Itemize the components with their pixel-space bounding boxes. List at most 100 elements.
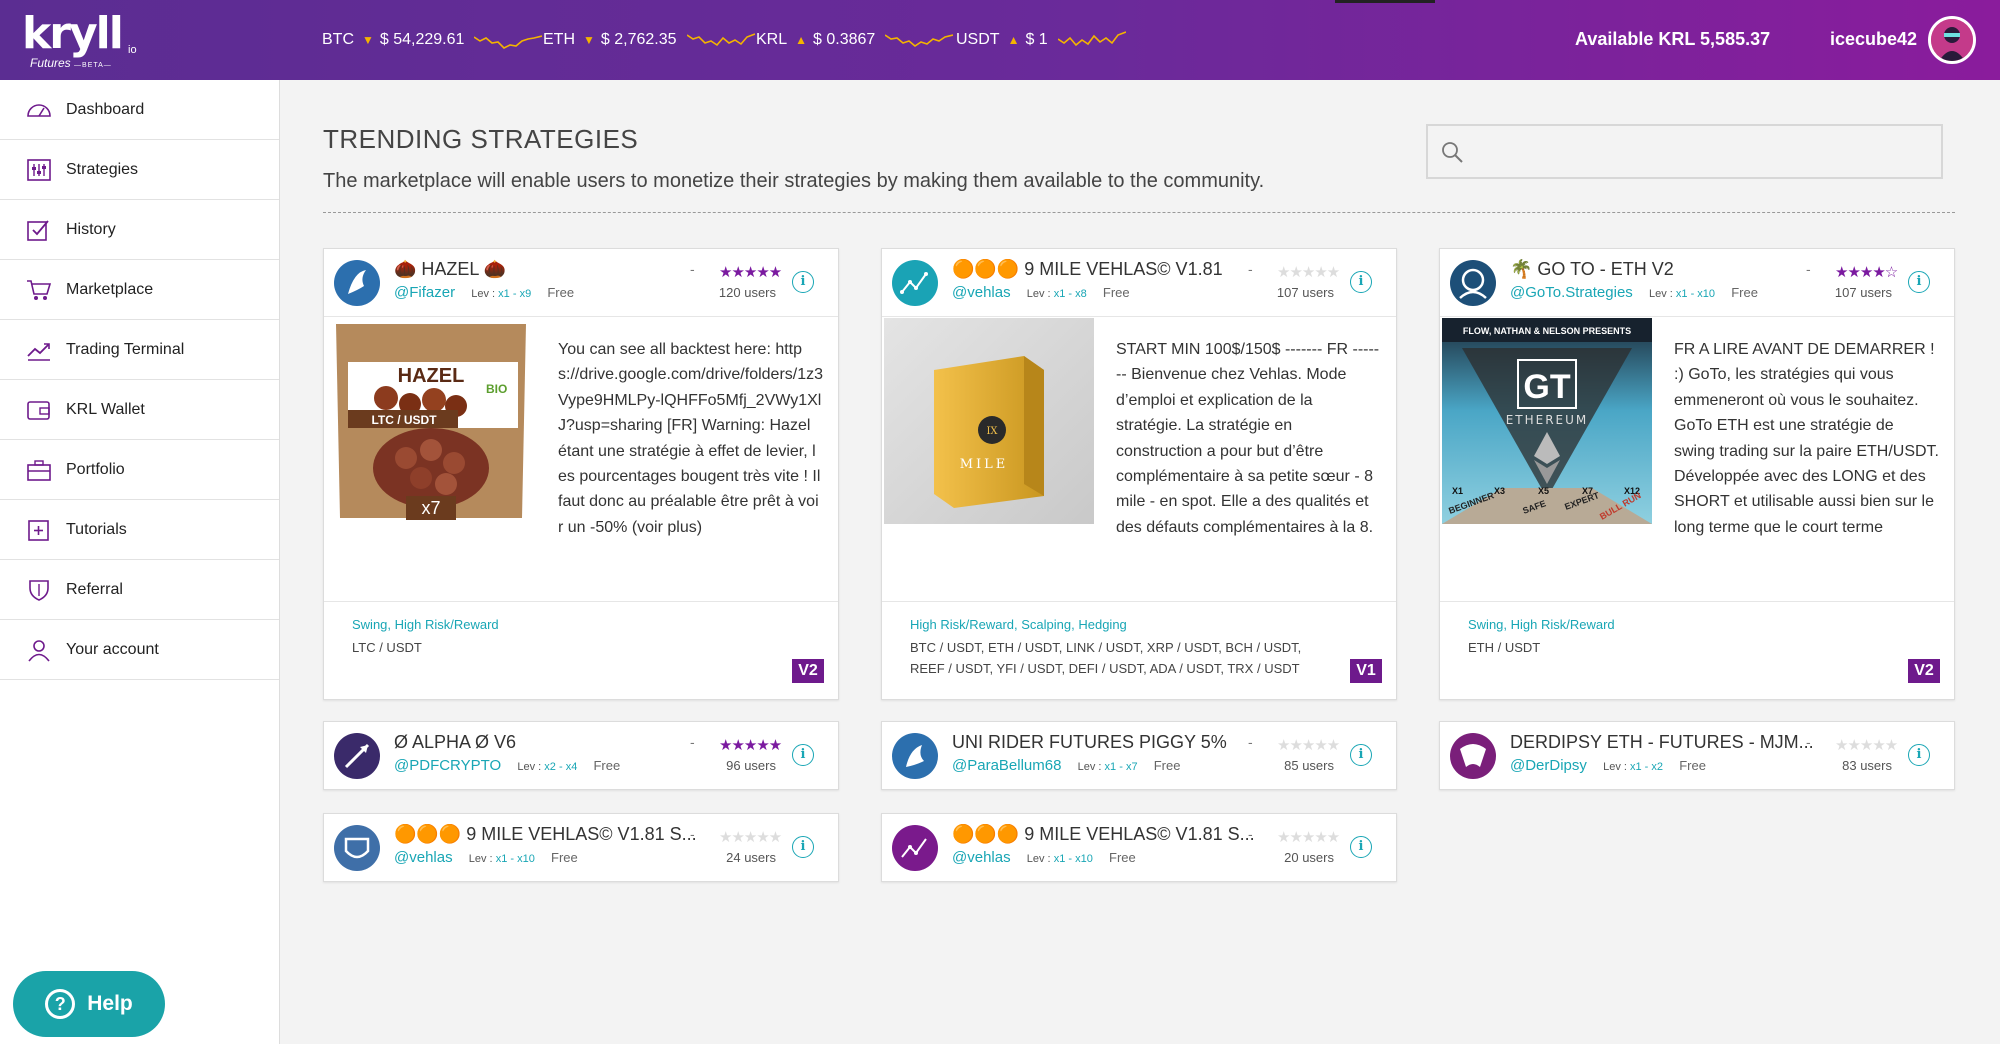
info-icon[interactable]: i xyxy=(1350,836,1372,858)
strategy-avatar xyxy=(1450,733,1496,779)
author-link[interactable]: @vehlas xyxy=(952,284,1011,301)
search-box[interactable] xyxy=(1426,124,1943,179)
sidebar-item-strategies[interactable]: Strategies xyxy=(0,140,279,200)
strategy-card-9-mile-s-2[interactable]: 🟠🟠🟠 9 MILE VEHLAS© V1.81 S... @vehlas Le… xyxy=(881,813,1397,882)
avatar[interactable] xyxy=(1928,16,1976,64)
search-input[interactable] xyxy=(1476,136,1926,168)
rating-stars: ★★★★★ xyxy=(1277,829,1340,846)
sidebar-item-label: Referral xyxy=(66,580,123,598)
leverage: Lev : x1 - x10 xyxy=(1027,853,1093,865)
strategy-author-row: @GoTo.Strategies Lev : x1 - x10 Free xyxy=(1510,284,1758,301)
author-link[interactable]: @ParaBellum68 xyxy=(952,757,1061,774)
top-accent-line xyxy=(1335,0,1435,3)
ticker-krl[interactable]: KRL ▲ $ 0.3867 xyxy=(756,28,954,52)
user-count: 24 users xyxy=(726,850,776,865)
leverage-label: Lev : xyxy=(1026,853,1051,865)
strategy-description: START MIN 100$/150$ ------- FR ------- B… xyxy=(1116,341,1380,536)
sparkline-icon xyxy=(474,35,543,49)
dash-separator: - xyxy=(690,734,695,750)
author-link[interactable]: @Fifazer xyxy=(394,284,455,301)
author-link[interactable]: @DerDipsy xyxy=(1510,757,1587,774)
strategy-title[interactable]: 🌴 GO TO - ETH V2 xyxy=(1510,259,1674,280)
strategy-title[interactable]: 🟠🟠🟠 9 MILE VEHLAS© V1.81 xyxy=(952,259,1223,280)
image-title: MILE xyxy=(960,457,1009,472)
help-label: Help xyxy=(87,992,133,1015)
rating-stars: ★★★★★ xyxy=(719,737,782,754)
sidebar-item-history[interactable]: History xyxy=(0,200,279,260)
strategy-title[interactable]: UNI RIDER FUTURES PIGGY 5% xyxy=(952,732,1227,753)
ticker-price: $ 54,229.61 xyxy=(379,31,465,48)
page-subtitle: The marketplace will enable users to mon… xyxy=(323,170,1265,192)
logo-suffix: io xyxy=(128,44,137,56)
info-icon[interactable]: i xyxy=(792,744,814,766)
strategy-title[interactable]: DERDIPSY ETH - FUTURES - MJM... xyxy=(1510,732,1814,753)
sidebar-item-trading-terminal[interactable]: Trading Terminal xyxy=(0,320,279,380)
image-level-x3: X3 xyxy=(1494,486,1505,496)
sidebar-item-marketplace[interactable]: Marketplace xyxy=(0,260,279,320)
ticker-eth[interactable]: ETH ▼ $ 2,762.35 xyxy=(543,28,755,52)
strategy-title[interactable]: 🌰 HAZEL 🌰 xyxy=(394,259,506,280)
username[interactable]: icecube42 xyxy=(1830,29,1917,50)
dash-separator: - xyxy=(1248,261,1253,277)
sidebar-item-krl-wallet[interactable]: KRL Wallet xyxy=(0,380,279,440)
sidebar-item-your-account[interactable]: Your account xyxy=(0,620,279,680)
version-badge: V2 xyxy=(1908,659,1940,683)
strategy-card-alpha[interactable]: Ø ALPHA Ø V6 @PDFCRYPTO Lev : x2 - x4 Fr… xyxy=(323,721,839,790)
user-count: 107 users xyxy=(1834,285,1892,300)
sidebar-item-label: Your account xyxy=(66,640,159,658)
strategy-avatar xyxy=(1450,260,1496,306)
image-pair: LTC / USDT xyxy=(371,413,437,427)
sidebar-item-referral[interactable]: Referral xyxy=(0,560,279,620)
strategy-card-9-mile-s-1[interactable]: 🟠🟠🟠 9 MILE VEHLAS© V1.81 S... @vehlas Le… xyxy=(323,813,839,882)
sidebar-item-portfolio[interactable]: Portfolio xyxy=(0,440,279,500)
author-link[interactable]: @PDFCRYPTO xyxy=(394,757,501,774)
info-icon[interactable]: i xyxy=(1350,271,1372,293)
author-link[interactable]: @vehlas xyxy=(394,849,453,866)
strategy-card-9-mile[interactable]: 🟠🟠🟠 9 MILE VEHLAS© V1.81 @vehlas Lev : x… xyxy=(881,248,1397,700)
page-title: TRENDING STRATEGIES xyxy=(323,124,639,154)
available-balance: Available KRL 5,585.37 xyxy=(1575,29,1771,49)
strategy-title[interactable]: 🟠🟠🟠 9 MILE VEHLAS© V1.81 S... xyxy=(394,824,697,845)
author-link[interactable]: @vehlas xyxy=(952,849,1011,866)
info-icon[interactable]: i xyxy=(1350,744,1372,766)
strategy-card-uni-rider[interactable]: UNI RIDER FUTURES PIGGY 5% @ParaBellum68… xyxy=(881,721,1397,790)
logo-futures: Futures xyxy=(30,56,71,70)
image-logo: GT xyxy=(1523,368,1570,406)
ticker-usdt[interactable]: USDT ▲ $ 1 xyxy=(956,28,1126,52)
info-icon[interactable]: i xyxy=(792,836,814,858)
leverage: Lev : x1 - x8 xyxy=(1027,288,1087,300)
strategy-tags: Swing, High Risk/Reward xyxy=(352,617,499,632)
info-icon[interactable]: i xyxy=(1908,744,1930,766)
rating-stars: ★★★★☆ xyxy=(1835,264,1898,281)
price-free: Free xyxy=(1153,758,1181,773)
sidebar-item-dashboard[interactable]: Dashboard xyxy=(0,80,279,140)
strategy-title[interactable]: Ø ALPHA Ø V6 xyxy=(394,732,516,753)
sidebar-item-tutorials[interactable]: Tutorials xyxy=(0,500,279,560)
sparkline-icon xyxy=(885,34,954,47)
strategy-card-derdipsy[interactable]: DERDIPSY ETH - FUTURES - MJM... @DerDips… xyxy=(1439,721,1955,790)
strategy-image: FLOW, NATHAN & NELSON PRESENTS GT ETHERE… xyxy=(1442,318,1652,524)
strategy-pairs: LTC / USDT xyxy=(352,640,422,655)
strategy-avatar xyxy=(334,825,380,871)
info-icon[interactable]: i xyxy=(792,271,814,293)
author-link[interactable]: @GoTo.Strategies xyxy=(1510,284,1633,301)
strategy-description: You can see all backtest here: https://d… xyxy=(558,341,823,536)
strategy-author-row: @Fifazer Lev : x1 - x9 Free xyxy=(394,284,574,301)
kryll-logo[interactable]: kryll io Futures —BETA— xyxy=(22,12,142,71)
dash-separator: - xyxy=(1248,826,1253,842)
rating-stars: ★★★★★ xyxy=(1835,737,1898,754)
strategy-author-row: @vehlas Lev : x1 - x8 Free xyxy=(952,284,1130,301)
image-level-x5: X5 xyxy=(1538,486,1549,496)
strategy-card-go-to-eth[interactable]: 🌴 GO TO - ETH V2 @GoTo.Strategies Lev : … xyxy=(1439,248,1955,700)
logo-beta: BETA xyxy=(82,62,104,69)
sidebar-item-label: KRL Wallet xyxy=(66,400,145,418)
strategy-title[interactable]: 🟠🟠🟠 9 MILE VEHLAS© V1.81 S... xyxy=(952,824,1255,845)
leverage: Lev : x1 - x7 xyxy=(1078,761,1138,773)
info-icon[interactable]: i xyxy=(1908,271,1930,293)
help-button[interactable]: ? Help xyxy=(13,971,165,1037)
price-free: Free xyxy=(1679,758,1706,773)
up-arrow-icon: ▲ xyxy=(795,33,808,47)
strategy-card-hazel[interactable]: 🌰 HAZEL 🌰 @Fifazer Lev : x1 - x9 Free - … xyxy=(323,248,839,700)
strategy-image: HAZEL LTC / USDT BIO x7 xyxy=(326,318,536,524)
ticker-btc[interactable]: BTC ▼ $ 54,229.61 xyxy=(322,28,543,52)
